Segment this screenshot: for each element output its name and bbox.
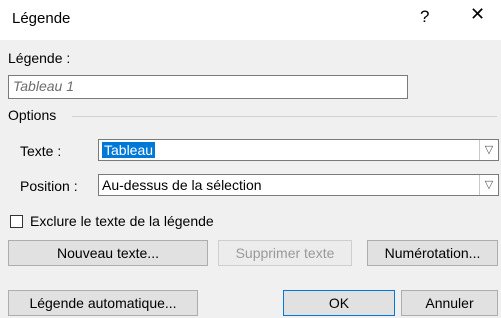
auto-caption-button[interactable]: Légende automatique... [8,290,198,316]
position-select[interactable]: Au-dessus de la sélection ▽ [98,174,499,196]
delete-text-button[interactable]: Supprimer texte [218,240,352,266]
cancel-button[interactable]: Annuler [401,290,498,316]
title-bar: Légende ? ✕ [0,0,501,40]
exclude-checkbox[interactable] [10,215,23,228]
exclude-label: Exclure le texte de la légende [30,213,214,229]
dialog-title: Légende [12,10,71,27]
caption-input[interactable]: Tableau 1 [8,75,408,99]
chevron-down-icon[interactable]: ▽ [479,175,498,195]
numbering-button[interactable]: Numérotation... [367,240,498,266]
options-group-label: Options [8,107,57,123]
texte-value: Tableau [102,142,156,158]
position-label: Position : [20,178,78,194]
options-separator [72,116,497,117]
new-text-button[interactable]: Nouveau texte... [8,240,208,266]
caption-label: Légende : [8,50,71,66]
position-value: Au-dessus de la sélection [102,177,262,193]
help-button[interactable]: ? [420,7,429,27]
close-icon[interactable]: ✕ [470,5,485,23]
chevron-down-icon[interactable]: ▽ [479,140,498,160]
texte-select[interactable]: Tableau ▽ [98,139,499,161]
ok-button[interactable]: OK [283,290,395,316]
texte-label: Texte : [20,143,62,159]
